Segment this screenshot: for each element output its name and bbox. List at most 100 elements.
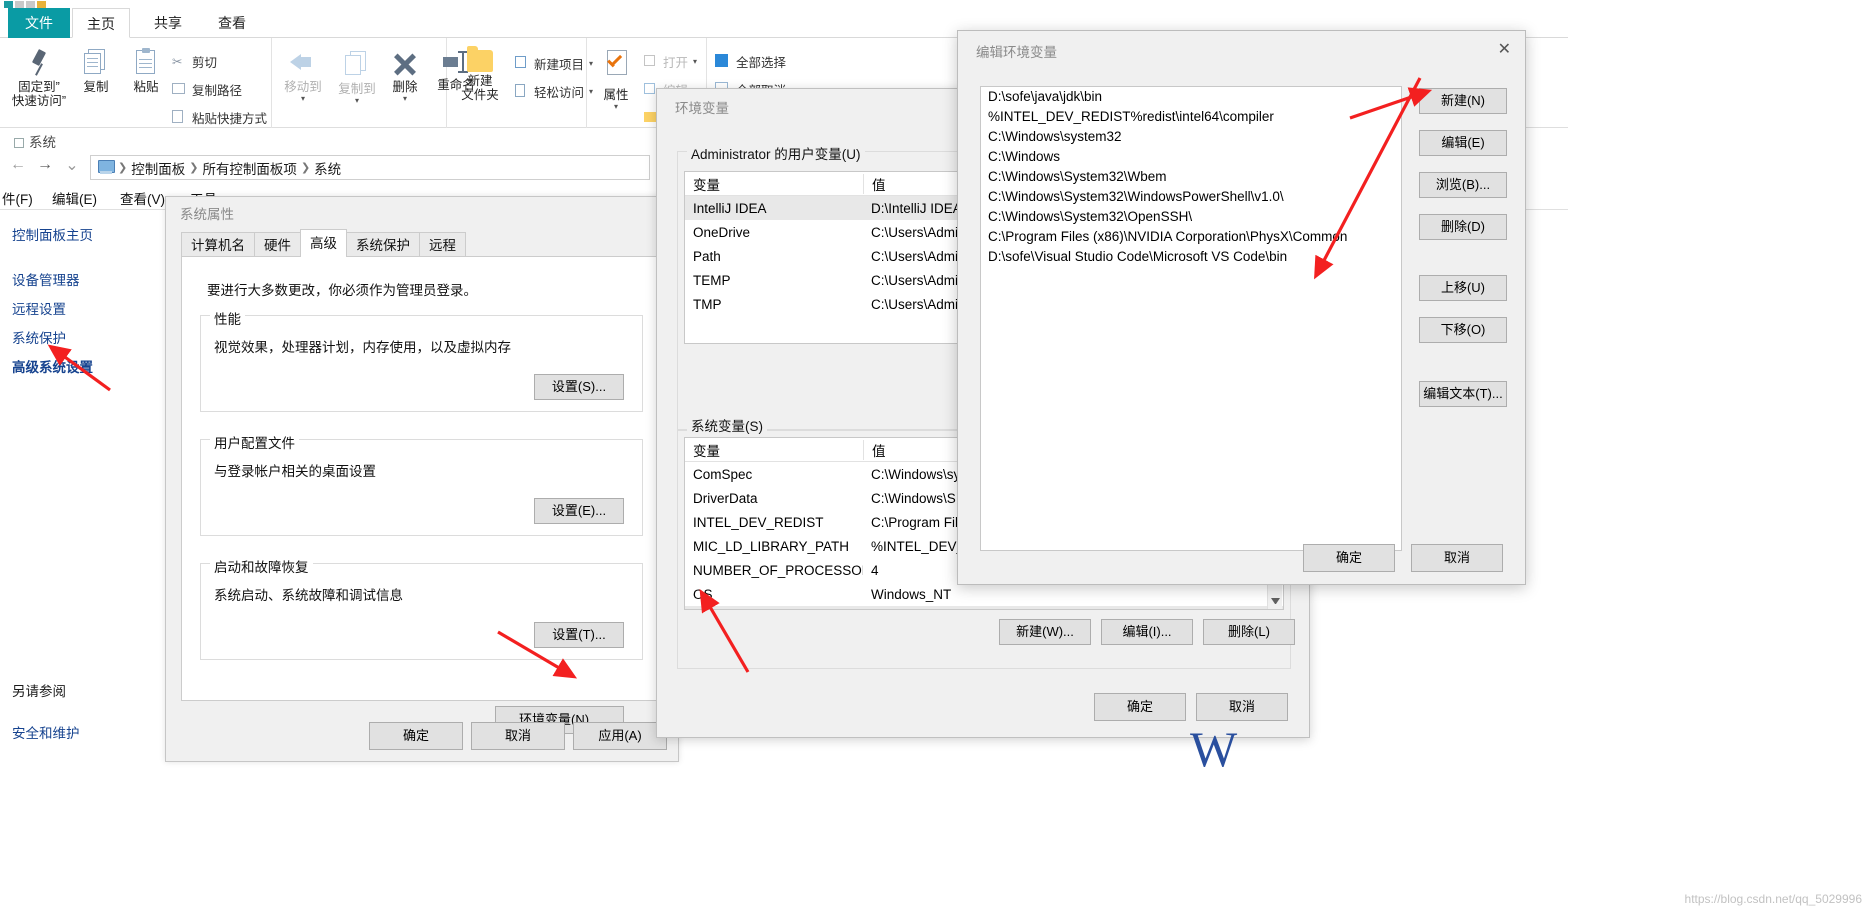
forward-button[interactable]: → (33, 156, 57, 174)
properties-button[interactable]: 属性 ▾ (589, 50, 643, 112)
edit-env-delete-button[interactable]: 删除(D) (1419, 214, 1507, 240)
table-row[interactable]: Path D:\sofe\java\jdk\bin;%INTEL_DEV_RED… (685, 606, 1283, 609)
edit-env-edit-button[interactable]: 编辑(E) (1419, 130, 1507, 156)
paste-shortcut-label: 粘贴快捷方式 (192, 112, 268, 126)
tab-computer-name[interactable]: 计算机名 (181, 232, 255, 257)
list-item[interactable]: C:\Windows\System32\WindowsPowerShell\v1… (981, 187, 1401, 207)
see-also-item-security-maintenance[interactable]: 安全和维护 (12, 722, 80, 742)
user-profile-desc: 与登录帐户相关的桌面设置 (214, 464, 376, 479)
menu-view[interactable]: 查看(V) (120, 188, 165, 208)
startup-recovery-settings-button[interactable]: 设置(T)... (534, 622, 624, 648)
edit-env-browse-button[interactable]: 浏览(B)... (1419, 172, 1507, 198)
select-all-button[interactable]: 全部选择 (715, 52, 786, 71)
edit-env-new-button[interactable]: 新建(N) (1419, 88, 1507, 114)
performance-desc: 视觉效果，处理器计划，内存使用，以及虚拟内存 (214, 340, 511, 355)
tab-home[interactable]: 主页 (72, 8, 130, 38)
tab-remote[interactable]: 远程 (419, 232, 466, 257)
list-item[interactable]: D:\sofe\Visual Studio Code\Microsoft VS … (981, 247, 1401, 267)
path-entries-list[interactable]: D:\sofe\java\jdk\bin %INTEL_DEV_REDIST%r… (980, 86, 1402, 551)
list-item[interactable]: C:\Program Files (x86)\NVIDIA Corporatio… (981, 227, 1401, 247)
edit-env-close-icon[interactable]: ✕ (1498, 39, 1511, 59)
properties-icon (601, 50, 631, 86)
sys-var-name-3: MIC_LD_LIBRARY_PATH (693, 538, 850, 554)
paste-shortcut-icon (172, 109, 187, 126)
qat-icon-3[interactable] (26, 0, 35, 8)
new-item-icon (515, 56, 529, 71)
open-button[interactable]: 打开 ▾ (644, 52, 697, 71)
breadcrumb-sep-2: ❯ (300, 162, 311, 174)
scroll-down-icon[interactable] (1271, 598, 1280, 605)
menu-file[interactable]: 件(F) (2, 188, 33, 208)
table-row[interactable]: OS Windows_NT (685, 582, 1283, 606)
system-square-icon (14, 138, 24, 148)
folder-icon (467, 46, 493, 72)
list-item[interactable]: C:\Windows\System32\Wbem (981, 167, 1401, 187)
breadcrumb-item-1[interactable]: 所有控制面板项 (202, 158, 297, 178)
qat-icon-2[interactable] (15, 0, 24, 8)
select-all-icon (715, 53, 731, 70)
edit-env-edit-text-button[interactable]: 编辑文本(T)... (1419, 381, 1507, 407)
recent-locations-button[interactable]: ⌄ (60, 155, 84, 175)
sysprops-cancel-button[interactable]: 取消 (471, 722, 565, 750)
envvars-cancel-button[interactable]: 取消 (1196, 693, 1288, 721)
select-all-label: 全部选择 (736, 56, 787, 70)
sysprops-ok-button[interactable]: 确定 (369, 722, 463, 750)
tab-system-protection[interactable]: 系统保护 (346, 232, 420, 257)
new-item-button[interactable]: 新建项目 ▾ (515, 54, 593, 73)
system-properties-tabstrip: 计算机名 硬件 高级 系统保护 远程 (181, 229, 663, 257)
cut-button[interactable]: ✂ 剪切 (172, 52, 217, 71)
list-item[interactable]: %INTEL_DEV_REDIST%redist\intel64\compile… (981, 107, 1401, 127)
breadcrumb-item-0[interactable]: 控制面板 (131, 158, 185, 178)
move-to-label: 移动到 (284, 80, 322, 94)
system-new-button[interactable]: 新建(W)... (999, 619, 1091, 645)
sidebar-item-advanced-system-settings[interactable]: 高级系统设置 (12, 356, 93, 376)
performance-settings-button[interactable]: 设置(S)... (534, 374, 624, 400)
user-col-variable: 变量 (693, 177, 720, 193)
edit-env-move-up-button[interactable]: 上移(U) (1419, 275, 1507, 301)
list-item[interactable]: C:\Windows\system32 (981, 127, 1401, 147)
move-to-button[interactable]: 移动到 ▾ (276, 50, 330, 104)
copy-to-button[interactable]: 复制到 ▾ (330, 50, 384, 106)
qat-icon-1[interactable] (4, 0, 13, 8)
new-folder-button[interactable]: 新建 文件夹 (451, 46, 509, 103)
sidebar-item-remote-settings[interactable]: 远程设置 (12, 298, 66, 318)
edit-env-move-down-button[interactable]: 下移(O) (1419, 317, 1507, 343)
sysprops-apply-button[interactable]: 应用(A) (573, 722, 667, 750)
delete-button[interactable]: 删除 ▾ (384, 50, 426, 104)
tab-file[interactable]: 文件 (8, 8, 70, 38)
quick-access-toolbar[interactable] (4, 0, 46, 8)
breadcrumb-item-2[interactable]: 系统 (314, 158, 341, 178)
envvars-ok-button[interactable]: 确定 (1094, 693, 1186, 721)
pin-to-quick-access-button[interactable]: 固定到” 快速访问” (8, 48, 70, 109)
easy-access-button[interactable]: 轻松访问 ▾ (515, 82, 593, 101)
sys-var-name-5: OS (693, 586, 713, 602)
sidebar-item-device-manager[interactable]: 设备管理器 (12, 269, 80, 289)
breadcrumb[interactable]: ❯ 控制面板 ❯ 所有控制面板项 ❯ 系统 (90, 155, 650, 180)
paste-shortcut-button[interactable]: 粘贴快捷方式 (172, 108, 267, 127)
sidebar-item-control-panel-home[interactable]: 控制面板主页 (12, 224, 93, 244)
back-button[interactable]: ← (6, 156, 30, 174)
copy-button[interactable]: 复制 (72, 48, 120, 94)
menu-edit[interactable]: 编辑(E) (52, 188, 97, 208)
list-item[interactable]: C:\Windows (981, 147, 1401, 167)
copy-path-button[interactable]: 复制路径 (172, 80, 242, 99)
breadcrumb-sep-0: ❯ (118, 162, 128, 174)
system-delete-button[interactable]: 删除(L) (1203, 619, 1295, 645)
tab-advanced[interactable]: 高级 (300, 229, 347, 257)
list-item[interactable]: D:\sofe\java\jdk\bin (981, 87, 1401, 107)
paste-button[interactable]: 粘贴 (124, 48, 168, 94)
user-profile-settings-button[interactable]: 设置(E)... (534, 498, 624, 524)
copy-to-label: 复制到 (338, 82, 376, 96)
easy-access-icon (515, 83, 529, 100)
sidebar-item-system-protection[interactable]: 系统保护 (12, 327, 66, 347)
tab-share[interactable]: 共享 (140, 8, 196, 38)
edit-env-cancel-button[interactable]: 取消 (1411, 544, 1503, 572)
tab-hardware[interactable]: 硬件 (254, 232, 301, 257)
copy-label: 复制 (83, 80, 109, 94)
edit-env-ok-button[interactable]: 确定 (1303, 544, 1395, 572)
tab-view[interactable]: 查看 (204, 8, 260, 38)
window-system-label: 系统 (14, 131, 56, 151)
list-item[interactable]: C:\Windows\System32\OpenSSH\ (981, 207, 1401, 227)
qat-icon-4[interactable] (37, 0, 46, 8)
system-edit-button[interactable]: 编辑(I)... (1101, 619, 1193, 645)
